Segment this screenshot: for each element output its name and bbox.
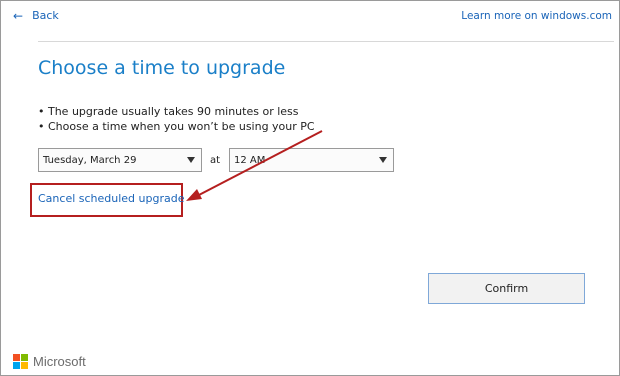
back-label: Back [32, 9, 59, 22]
chevron-down-icon [379, 157, 387, 163]
time-value: 12 AM [234, 154, 266, 166]
microsoft-logo-icon [13, 354, 28, 369]
date-value: Tuesday, March 29 [43, 154, 137, 166]
arrow-left-icon: ← [13, 8, 24, 23]
info-item: • The upgrade usually takes 90 minutes o… [38, 105, 299, 118]
microsoft-branding: Microsoft [13, 354, 86, 369]
back-link[interactable]: ← Back [13, 9, 59, 22]
brand-name: Microsoft [33, 354, 86, 369]
confirm-button[interactable]: Confirm [428, 273, 585, 304]
cancel-upgrade-link[interactable]: Cancel scheduled upgrade [38, 192, 185, 205]
at-label: at [210, 155, 221, 166]
info-item: • Choose a time when you won’t be using … [38, 120, 315, 133]
chevron-down-icon [187, 157, 195, 163]
date-select[interactable]: Tuesday, March 29 [38, 148, 202, 172]
learn-more-link[interactable]: Learn more on windows.com [461, 10, 612, 22]
info-list: • The upgrade usually takes 90 minutes o… [38, 104, 315, 134]
header-divider [38, 41, 614, 42]
page-title: Choose a time to upgrade [38, 57, 286, 79]
time-select[interactable]: 12 AM [229, 148, 394, 172]
